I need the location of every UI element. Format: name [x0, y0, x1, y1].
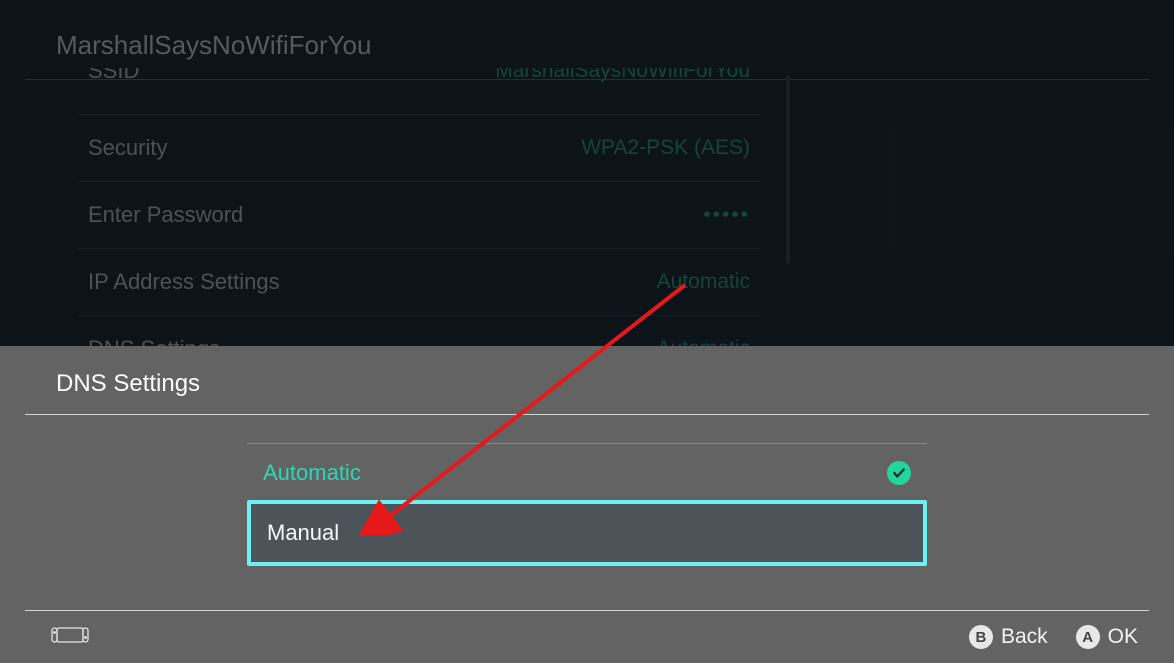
settings-row-ip[interactable]: IP Address Settings Automatic: [78, 249, 760, 316]
dns-option-manual[interactable]: Manual: [247, 500, 927, 566]
row-label: SSID: [88, 68, 139, 84]
settings-row-security[interactable]: Security WPA2-PSK (AES): [78, 115, 760, 182]
row-value: MarshallSaysNoWifiForYou: [495, 68, 750, 83]
row-label: IP Address Settings: [88, 269, 280, 295]
dns-option-automatic[interactable]: Automatic: [247, 443, 927, 502]
hint-back[interactable]: B Back: [969, 625, 1048, 649]
dns-settings-overlay: DNS Settings Automatic Manual: [0, 346, 1174, 663]
check-icon: [887, 461, 911, 485]
controller-icon: [50, 624, 90, 651]
row-value: WPA2-PSK (AES): [581, 136, 750, 160]
button-hints: B Back A OK: [969, 625, 1138, 649]
scrollbar[interactable]: [786, 76, 790, 264]
settings-list: SSID MarshallSaysNoWifiForYou Security W…: [78, 68, 760, 382]
a-button-icon: A: [1076, 625, 1100, 649]
hint-label: OK: [1108, 625, 1138, 649]
row-label: Security: [88, 135, 167, 161]
option-label: Automatic: [263, 460, 361, 486]
option-label: Manual: [267, 520, 339, 546]
overlay-title: DNS Settings: [0, 346, 1174, 414]
b-button-icon: B: [969, 625, 993, 649]
settings-row-password[interactable]: Enter Password •••••: [78, 182, 760, 249]
bottom-bar: B Back A OK: [0, 611, 1174, 663]
dns-options-list: Automatic Manual: [247, 443, 927, 566]
settings-row-ssid[interactable]: SSID MarshallSaysNoWifiForYou: [78, 68, 760, 115]
hint-ok[interactable]: A OK: [1076, 625, 1138, 649]
row-value: Automatic: [657, 270, 750, 294]
row-value: •••••: [703, 203, 750, 227]
overlay-divider: [25, 414, 1149, 415]
hint-label: Back: [1001, 625, 1048, 649]
row-label: Enter Password: [88, 202, 243, 228]
